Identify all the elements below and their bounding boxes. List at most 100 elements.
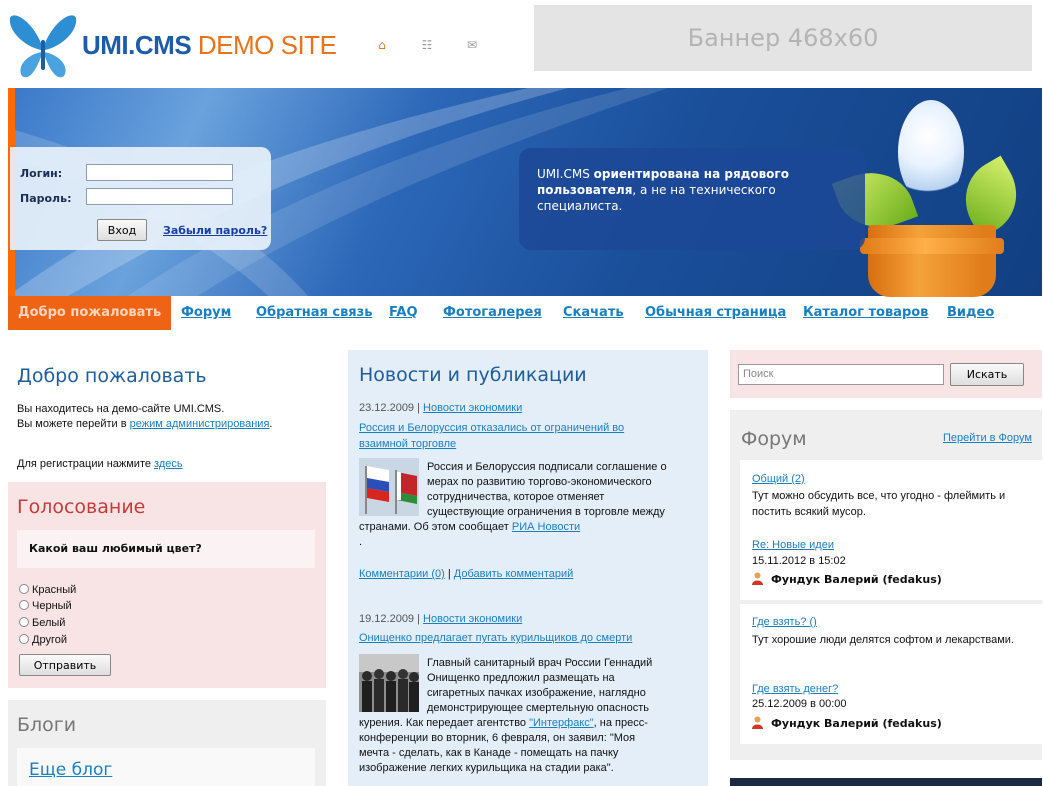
news-body-line: Онищенко предложил размещать на xyxy=(427,672,615,684)
comments-link[interactable]: Комментарии (0) xyxy=(359,568,445,580)
news-meta-sep: | xyxy=(414,613,424,625)
news-body-tail-suffix: , на пресс- xyxy=(593,717,648,729)
news-date: 19.12.2009 xyxy=(359,613,415,625)
login-button[interactable]: Вход xyxy=(97,219,147,241)
forum-section-desc: Тут можно обсудить все, что угодно - фле… xyxy=(752,490,1006,518)
logo-demo: DEMO SITE xyxy=(191,30,337,60)
forum-section-link[interactable]: Где взять? () xyxy=(752,616,817,628)
forum-topic-user[interactable]: Фундук Валерий (fedakus) xyxy=(752,716,942,730)
flowerpot-rim xyxy=(860,238,1004,254)
news-body-line: конференции во вторник, 6 февраля, он за… xyxy=(359,732,636,744)
user-icon xyxy=(752,716,763,729)
news-body-line: Главный санитарный врач России Геннадий xyxy=(427,657,653,669)
dark-banner-strip xyxy=(730,778,1042,786)
home-icon[interactable]: ⌂ xyxy=(373,36,391,54)
radio-button[interactable] xyxy=(19,634,29,644)
blogs-title: Блоги xyxy=(17,714,77,736)
news-body-tail: курения. Как передает агентство xyxy=(359,717,530,729)
news-body-dot: . xyxy=(359,536,363,548)
news-category-link[interactable]: Новости экономики xyxy=(423,402,522,414)
login-input[interactable] xyxy=(86,164,233,181)
news-category-link[interactable]: Новости экономики xyxy=(423,613,522,625)
forum-topic-link[interactable]: Где взять денег? xyxy=(752,683,838,695)
nav-item-download[interactable]: Скачать xyxy=(563,296,624,330)
news-headline-link[interactable]: Онищенко предлагает пугать курильщиков д… xyxy=(359,630,632,646)
forum-section-desc: Тут хорошие люди делятся софтом и лекарс… xyxy=(752,634,1014,646)
forum-topic-date: 15.11.2012 в 15:02 xyxy=(752,555,846,567)
add-comment-link[interactable]: Добавить комментарий xyxy=(454,568,573,580)
radio-button[interactable] xyxy=(19,584,29,594)
radio-button[interactable] xyxy=(19,600,29,610)
nav-item-gallery[interactable]: Фотогалерея xyxy=(443,296,542,330)
user-icon xyxy=(752,572,763,585)
news-body-line: мечта - сделать, как в Канаде - помещать… xyxy=(359,747,619,759)
search-input[interactable]: Поиск xyxy=(738,364,944,385)
news-headline-link[interactable]: Россия и Белоруссия отказались от ограни… xyxy=(359,420,659,452)
news-body-tail: странами. Об этом сообщает xyxy=(359,521,512,533)
nav-item-faq[interactable]: FAQ xyxy=(389,296,418,330)
registration-text: Для регистрации нажмите здесь xyxy=(17,458,183,470)
butterfly-logo-icon[interactable] xyxy=(8,10,78,82)
welcome-title: Добро пожаловать xyxy=(17,365,207,387)
sitemap-icon[interactable]: ☷ xyxy=(418,36,436,54)
poll-option-label: Другой xyxy=(32,634,67,646)
login-label: Логин: xyxy=(20,167,63,180)
forum-topic-date: 25.12.2009 в 00:00 xyxy=(752,698,847,710)
site-logo-text[interactable]: UMI.CMS DEMO SITE xyxy=(82,30,337,61)
forum-title: Форум xyxy=(741,428,807,450)
forum-user-name: Фундук Валерий (fedakus) xyxy=(771,717,942,730)
poll-option-label: Черный xyxy=(32,600,72,612)
admin-mode-link[interactable]: режим администрирования xyxy=(130,418,270,430)
nav-item-catalog[interactable]: Каталог товаров xyxy=(803,296,928,330)
news-body-line: сотрудничества, которое отменяет xyxy=(427,491,605,503)
poll-option[interactable]: Другой xyxy=(19,634,67,646)
logo-umi: UMI.CMS xyxy=(82,30,192,60)
password-label: Пароль: xyxy=(20,192,72,205)
poll-option-label: Красный xyxy=(32,584,77,596)
forum-section-link[interactable]: Общий (2) xyxy=(752,473,805,485)
forum-user-name: Фундук Валерий (fedakus) xyxy=(771,573,942,586)
welcome-admin-suffix: . xyxy=(269,418,273,430)
forum-goto-link[interactable]: Перейти в Форум xyxy=(943,432,1032,444)
welcome-line: Вы находитесь на демо-сайте UMI.CMS. xyxy=(17,403,225,415)
hero-slogan: UMI.CMS ориентирована на рядового пользо… xyxy=(519,148,865,250)
news-source-link[interactable]: "Интерфакс" xyxy=(529,717,594,729)
welcome-admin-prefix: Вы можете перейти в xyxy=(17,418,130,430)
nav-item-feedback[interactable]: Обратная связь xyxy=(256,296,372,330)
nav-item-forum[interactable]: Форум xyxy=(181,296,231,330)
news-body-line: демонстрирующее смертельную опасность xyxy=(427,702,649,714)
search-button[interactable]: Искать xyxy=(950,363,1024,386)
lightbulb-image xyxy=(898,100,964,204)
flowerpot-image xyxy=(868,225,996,297)
poll-submit-button[interactable]: Отправить xyxy=(19,654,111,676)
registration-link[interactable]: здесь xyxy=(154,458,183,470)
login-form: Логин: Пароль: Вход Забыли пароль? xyxy=(10,147,271,250)
poll-option[interactable]: Черный xyxy=(19,600,72,612)
news-body-line: мерах по развитию торгово-экономического xyxy=(427,476,652,488)
forgot-password-link[interactable]: Забыли пароль? xyxy=(163,224,267,237)
news-source-link[interactable]: РИА Новости xyxy=(512,521,580,533)
password-input[interactable] xyxy=(86,188,233,205)
forum-topic-user[interactable]: Фундук Валерий (fedakus) xyxy=(752,572,942,586)
welcome-admin-line: Вы можете перейти в режим администрирова… xyxy=(17,417,272,432)
news-meta-sep: | xyxy=(414,402,424,414)
news-body: Главный санитарный врач России Геннадий … xyxy=(359,656,699,776)
nav-item-welcome[interactable]: Добро пожаловать xyxy=(8,296,172,330)
ad-banner[interactable]: Баннер 468x60 xyxy=(534,5,1032,71)
news-body-line: Россия и Белоруссия подписали соглашение… xyxy=(427,461,667,473)
registration-prefix: Для регистрации нажмите xyxy=(17,458,155,470)
poll-question: Какой ваш любимый цвет? xyxy=(17,530,315,568)
slogan-text: UMI.CMS xyxy=(537,167,594,181)
mail-icon[interactable]: ✉ xyxy=(463,36,481,54)
welcome-text: Вы находитесь на демо-сайте UMI.CMS. Вы … xyxy=(17,402,272,432)
news-meta: 23.12.2009 | Новости экономики xyxy=(359,402,522,414)
forum-topic-link[interactable]: Re: Новые идеи xyxy=(752,539,834,551)
news-body-line: существующие ограничения в торговле межд… xyxy=(427,506,665,518)
nav-item-page[interactable]: Обычная страница xyxy=(645,296,786,330)
nav-item-video[interactable]: Видео xyxy=(947,296,994,330)
blog-item-link[interactable]: Еще блог xyxy=(29,760,112,780)
news-comment-links: Комментарии (0) | Добавить комментарий xyxy=(359,568,574,580)
poll-option[interactable]: Красный xyxy=(19,584,76,596)
radio-button[interactable] xyxy=(19,617,29,627)
poll-option[interactable]: Белый xyxy=(19,617,65,629)
